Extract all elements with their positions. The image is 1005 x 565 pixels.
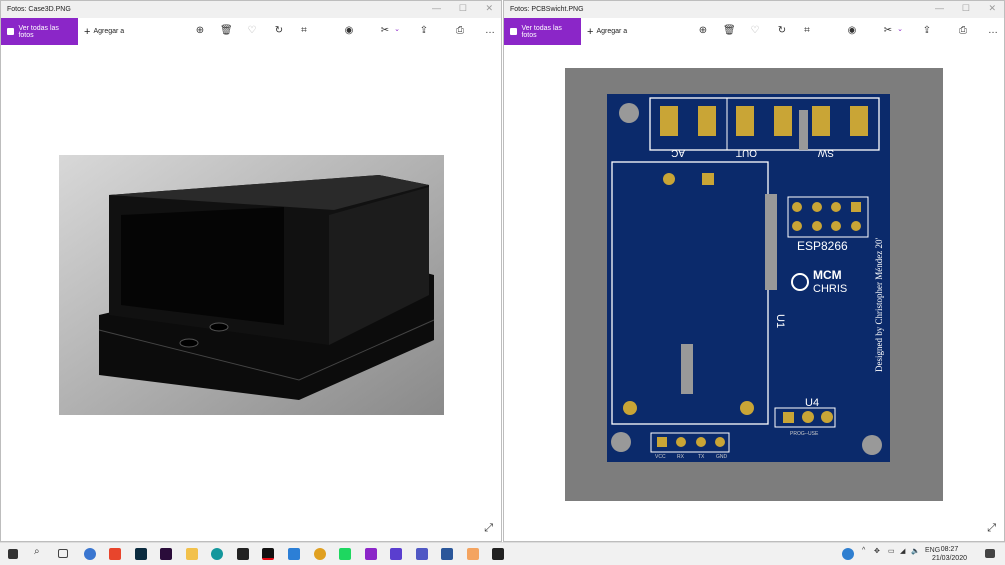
fullscreen-icon[interactable]: ⤢: [987, 522, 996, 535]
photos-icon: [510, 28, 518, 35]
gnd-label: GND: [716, 454, 728, 460]
arduino-icon[interactable]: [211, 548, 223, 560]
add-to-label: Agregar a: [93, 28, 125, 35]
volume-icon[interactable]: 🔈: [911, 547, 920, 555]
delete-icon[interactable]: 🗑: [220, 25, 233, 36]
spotify-icon[interactable]: [339, 548, 351, 560]
designer-credit: Designed by Christopher Méndez 20': [874, 238, 884, 372]
zoom-icon[interactable]: ⊕: [194, 25, 206, 36]
favorite-icon[interactable]: ♡: [749, 25, 761, 36]
tx-label: TX: [698, 454, 705, 460]
fullscreen-icon[interactable]: ⤢: [484, 522, 493, 535]
u4-label: U4: [805, 397, 819, 409]
case-3d-image: [59, 155, 444, 415]
title-bar: Fotos: PCBSwicht.PNG — ☐ ✕: [504, 1, 1004, 18]
teams-icon[interactable]: [416, 548, 428, 560]
add-to-button[interactable]: + Agregar a: [587, 26, 627, 38]
plus-icon: +: [84, 25, 91, 38]
rotate-icon[interactable]: ↻: [273, 25, 285, 36]
app-icon[interactable]: [390, 548, 402, 560]
photoshop-icon[interactable]: [135, 548, 147, 560]
out-label: OUT: [736, 147, 757, 158]
photos-icon: [7, 28, 15, 35]
more-icon[interactable]: …: [484, 25, 496, 36]
app-icon[interactable]: [84, 548, 96, 560]
enhance-icon[interactable]: ◉: [846, 25, 858, 36]
view-all-photos-button[interactable]: Ver todas las fotos: [504, 18, 581, 45]
battery-icon[interactable]: ▭: [888, 547, 895, 555]
toolbar: Ver todas las fotos + Agregar a ⊕ 🗑 ♡ ↻ ⌗…: [504, 18, 1004, 45]
photos-window-pcb: Fotos: PCBSwicht.PNG — ☐ ✕ Ver todas las…: [503, 0, 1005, 542]
close-button[interactable]: ✕: [988, 3, 996, 14]
maximize-button[interactable]: ☐: [459, 3, 467, 14]
share-icon[interactable]: ⇪: [418, 25, 430, 36]
photos-window-case3d: Fotos: Case3D.PNG — ☐ ✕ Ver todas las fo…: [0, 0, 502, 542]
start-icon[interactable]: [8, 549, 18, 559]
chevron-down-icon[interactable]: ⌄: [894, 25, 906, 33]
search-icon[interactable]: ⌕: [34, 546, 40, 557]
window-title: Fotos: PCBSwicht.PNG: [510, 6, 584, 13]
print-icon[interactable]: ⎙: [454, 25, 466, 36]
dropbox-icon[interactable]: ✥: [874, 547, 880, 555]
pcb-image: AC OUT SW ESP8266 MCM CHRIS U1 Designed …: [565, 68, 943, 501]
add-to-button[interactable]: + Agregar a: [84, 26, 124, 38]
toolbar: Ver todas las fotos + Agregar a ⊕ 🗑 ♡ ↻ ⌗…: [1, 18, 501, 45]
close-button[interactable]: ✕: [485, 3, 493, 14]
minimize-button[interactable]: —: [432, 3, 441, 13]
notifications-icon[interactable]: [985, 549, 995, 558]
favorite-icon[interactable]: ♡: [246, 25, 258, 36]
add-to-label: Agregar a: [596, 28, 628, 35]
taskbar: ⌕ ^ ✥ ▭ ◢ 🔈 ENG 08:27 21/03/2020: [0, 542, 1005, 565]
vcc-label: VCC: [655, 454, 666, 460]
network-icon[interactable]: ◢: [900, 547, 905, 555]
esp8266-label: ESP8266: [797, 239, 848, 253]
maximize-button[interactable]: ☐: [962, 3, 970, 14]
chevron-up-icon[interactable]: ^: [862, 547, 865, 554]
rx-label: RX: [677, 454, 685, 460]
delete-icon[interactable]: 🗑: [723, 25, 736, 36]
edit-icon[interactable]: ✂: [882, 25, 894, 36]
app-icon[interactable]: [467, 548, 479, 560]
date: 21/03/2020: [931, 555, 967, 562]
enhance-icon[interactable]: ◉: [343, 25, 355, 36]
mail-icon[interactable]: [288, 548, 300, 560]
view-all-label: Ver todas las fotos: [521, 24, 562, 39]
title-bar: Fotos: Case3D.PNG — ☐ ✕: [1, 1, 501, 18]
logo-chris: CHRIS: [813, 283, 847, 295]
zoom-icon[interactable]: ⊕: [697, 25, 709, 36]
logo-mcm: MCM: [813, 268, 842, 282]
view-all-photos-button[interactable]: Ver todas las fotos: [1, 18, 78, 45]
minimize-button[interactable]: —: [935, 3, 944, 13]
clock[interactable]: 08:27 21/03/2020: [932, 545, 967, 563]
more-icon[interactable]: …: [987, 25, 999, 36]
u1-label: U1: [774, 314, 786, 328]
sw-label: SW: [817, 147, 834, 158]
photos-app-icon[interactable]: [492, 548, 504, 560]
edit-icon[interactable]: ✂: [379, 25, 391, 36]
prog-use-label: PROG--USE: [790, 431, 819, 437]
print-icon[interactable]: ⎙: [957, 25, 969, 36]
crop-icon[interactable]: ⌗: [801, 25, 813, 36]
task-view-icon[interactable]: [58, 549, 68, 558]
ac-label: AC: [671, 147, 685, 158]
time: 08:27: [940, 546, 959, 553]
crop-icon[interactable]: ⌗: [298, 25, 310, 36]
share-icon[interactable]: ⇪: [921, 25, 933, 36]
rotate-icon[interactable]: ↻: [776, 25, 788, 36]
help-icon[interactable]: [842, 548, 854, 560]
chrome-icon[interactable]: [314, 548, 326, 560]
app-icon[interactable]: [109, 548, 121, 560]
view-all-label: Ver todas las fotos: [18, 24, 59, 39]
file-explorer-icon[interactable]: [186, 548, 198, 560]
app-icon[interactable]: [365, 548, 377, 560]
premiere-icon[interactable]: [160, 548, 172, 560]
netflix-icon[interactable]: [262, 548, 274, 560]
window-title: Fotos: Case3D.PNG: [7, 6, 71, 13]
chevron-down-icon[interactable]: ⌄: [391, 25, 403, 33]
word-icon[interactable]: [441, 548, 453, 560]
plus-icon: +: [587, 25, 594, 38]
store-icon[interactable]: [237, 548, 249, 560]
